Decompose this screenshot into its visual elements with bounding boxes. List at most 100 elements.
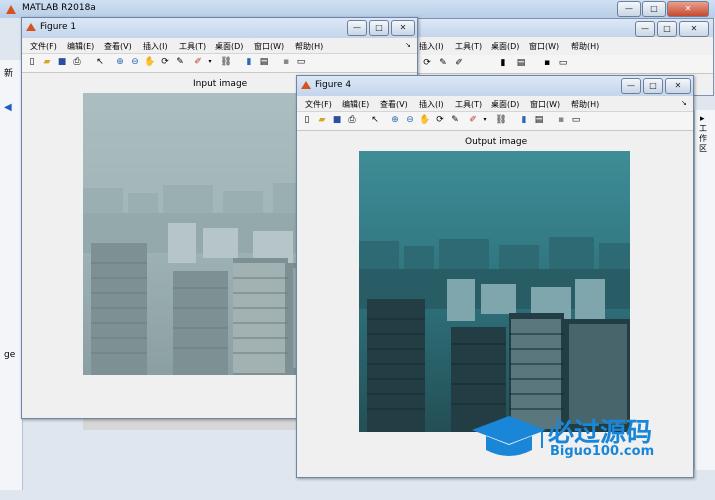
hide-plot-tools-icon[interactable]: ▪ — [280, 56, 292, 68]
brush-icon[interactable]: ✐ — [453, 57, 465, 69]
pointer-icon[interactable]: ↖ — [369, 114, 381, 126]
figure4-maximize-button[interactable]: □ — [643, 78, 663, 94]
insert-legend-icon[interactable]: ▤ — [258, 56, 270, 68]
pan-icon[interactable]: ✋ — [419, 114, 431, 126]
bg-menu-window[interactable]: 窗口(W) — [529, 41, 559, 52]
back-arrow-icon[interactable]: ◀ — [4, 102, 12, 113]
brush-icon[interactable]: ✐ — [467, 114, 479, 126]
menu-desktop[interactable]: 桌面(D) — [215, 41, 243, 52]
figure4-titlebar[interactable]: Figure 4 — □ ✕ — [297, 76, 693, 96]
matlab-maximize-button[interactable]: □ — [642, 1, 666, 17]
background-figure-titlebar[interactable]: — □ ✕ — [411, 19, 713, 37]
bg-menu-insert[interactable]: 插入(I) — [419, 41, 444, 52]
dock-arrow-icon[interactable]: ↘ — [681, 99, 687, 107]
figure4-menubar: 文件(F) 编辑(E) 查看(V) 插入(I) 工具(T) 桌面(D) 窗口(W… — [297, 97, 693, 112]
figure4-minimize-button[interactable]: — — [621, 78, 641, 94]
menu-tools[interactable]: 工具(T) — [179, 41, 206, 52]
figure4-title: Figure 4 — [315, 80, 352, 90]
zoom-in-icon[interactable]: ⊕ — [389, 114, 401, 126]
zoom-in-icon[interactable]: ⊕ — [114, 56, 126, 68]
output-image-city-graphic — [359, 151, 630, 432]
brush-dropdown-icon[interactable]: ▾ — [204, 56, 216, 68]
watermark: 必过源码 Biguo100.com — [470, 410, 710, 470]
rotate-icon[interactable]: ⟳ — [421, 57, 433, 69]
insert-legend-icon[interactable]: ▤ — [515, 57, 527, 69]
matlab-logo-icon — [5, 3, 17, 15]
insert-colorbar-icon[interactable]: ▮ — [497, 57, 509, 69]
watermark-url: Biguo100.com — [550, 444, 655, 459]
insert-colorbar-icon[interactable]: ▮ — [518, 114, 530, 126]
bg-figure-close-button[interactable]: ✕ — [679, 21, 709, 37]
link-icon[interactable]: ⛓ — [495, 114, 507, 126]
figure1-close-button[interactable]: ✕ — [391, 20, 415, 36]
bg-menu-desktop[interactable]: 桌面(D) — [491, 41, 519, 52]
new-figure-icon[interactable]: ▯ — [26, 56, 38, 68]
show-plot-tools-icon[interactable]: ▭ — [557, 57, 569, 69]
figure1-minimize-button[interactable]: — — [347, 20, 367, 36]
matlab-close-button[interactable]: ✕ — [667, 1, 709, 17]
pan-icon[interactable]: ✋ — [144, 56, 156, 68]
pointer-icon[interactable]: ↖ — [94, 56, 106, 68]
matlab-minimize-button[interactable]: — — [617, 1, 641, 17]
menu-insert[interactable]: 插入(I) — [419, 99, 444, 110]
figure1-toolbar: ▯ ▰ ■ ⎙ ↖ ⊕ ⊖ ✋ ⟳ ✎ ✐ ▾ ⛓ ▮ ▤ ▪ ▭ — [22, 54, 417, 73]
open-file-icon[interactable]: ▰ — [316, 114, 328, 126]
print-icon[interactable]: ⎙ — [346, 114, 358, 126]
save-icon[interactable]: ■ — [331, 114, 343, 126]
figure-icon — [301, 80, 311, 90]
menu-file[interactable]: 文件(F) — [305, 99, 332, 110]
menu-desktop[interactable]: 桌面(D) — [491, 99, 519, 110]
figure4-toolbar: ▯ ▰ ■ ⎙ ↖ ⊕ ⊖ ✋ ⟳ ✎ ✐ ▾ ⛓ ▮ ▤ ▪ ▭ — [297, 112, 693, 131]
data-cursor-icon[interactable]: ✎ — [174, 56, 186, 68]
new-figure-icon[interactable]: ▯ — [301, 114, 313, 126]
figure1-axes-title: Input image — [193, 79, 248, 89]
figure4-close-button[interactable]: ✕ — [665, 78, 691, 94]
hide-plot-tools-icon[interactable]: ▪ — [555, 114, 567, 126]
figure1-titlebar[interactable]: Figure 1 — □ ✕ — [22, 18, 417, 38]
data-cursor-icon[interactable]: ✎ — [449, 114, 461, 126]
menu-help[interactable]: 帮助(H) — [295, 41, 323, 52]
menu-window[interactable]: 窗口(W) — [254, 41, 284, 52]
workspace-tab-label[interactable]: 工作区 — [699, 124, 711, 154]
figure1-title: Figure 1 — [40, 22, 77, 32]
dock-arrow-icon[interactable]: ↘ — [405, 41, 411, 49]
figure1-maximize-button[interactable]: □ — [369, 20, 389, 36]
hide-plot-tools-icon[interactable]: ▪ — [541, 57, 553, 69]
figure4-axes-title: Output image — [465, 137, 528, 147]
menu-tools[interactable]: 工具(T) — [455, 99, 482, 110]
save-icon[interactable]: ■ — [56, 56, 68, 68]
open-file-icon[interactable]: ▰ — [41, 56, 53, 68]
rotate-icon[interactable]: ⟳ — [159, 56, 171, 68]
menu-file[interactable]: 文件(F) — [30, 41, 57, 52]
command-window-text: ge — [4, 350, 16, 360]
menu-edit[interactable]: 编辑(E) — [342, 99, 369, 110]
bg-menu-tools[interactable]: 工具(T) — [455, 41, 482, 52]
menu-view[interactable]: 查看(V) — [380, 99, 408, 110]
print-icon[interactable]: ⎙ — [71, 56, 83, 68]
bg-figure-maximize-button[interactable]: □ — [657, 21, 677, 37]
menu-help[interactable]: 帮助(H) — [571, 99, 599, 110]
collapse-arrow-icon[interactable]: ▸ — [700, 114, 705, 124]
menu-insert[interactable]: 插入(I) — [143, 41, 168, 52]
figure-icon — [26, 22, 36, 32]
zoom-out-icon[interactable]: ⊖ — [404, 114, 416, 126]
bg-menu-help[interactable]: 帮助(H) — [571, 41, 599, 52]
figure1-menubar: 文件(F) 编辑(E) 查看(V) 插入(I) 工具(T) 桌面(D) 窗口(W… — [22, 39, 417, 54]
brush-dropdown-icon[interactable]: ▾ — [479, 114, 491, 126]
show-plot-tools-icon[interactable]: ▭ — [295, 56, 307, 68]
menu-edit[interactable]: 编辑(E) — [67, 41, 94, 52]
matlab-left-panel: 新 ◀ ge — [0, 60, 23, 490]
bg-figure-minimize-button[interactable]: — — [635, 21, 655, 37]
graduation-cap-icon — [472, 416, 546, 456]
data-cursor-icon[interactable]: ✎ — [437, 57, 449, 69]
menu-view[interactable]: 查看(V) — [104, 41, 132, 52]
insert-legend-icon[interactable]: ▤ — [533, 114, 545, 126]
link-icon[interactable]: ⛓ — [220, 56, 232, 68]
rotate-icon[interactable]: ⟳ — [434, 114, 446, 126]
insert-colorbar-icon[interactable]: ▮ — [243, 56, 255, 68]
show-plot-tools-icon[interactable]: ▭ — [570, 114, 582, 126]
zoom-out-icon[interactable]: ⊖ — [129, 56, 141, 68]
brush-icon[interactable]: ✐ — [192, 56, 204, 68]
menu-window[interactable]: 窗口(W) — [530, 99, 560, 110]
output-image[interactable] — [359, 151, 630, 432]
